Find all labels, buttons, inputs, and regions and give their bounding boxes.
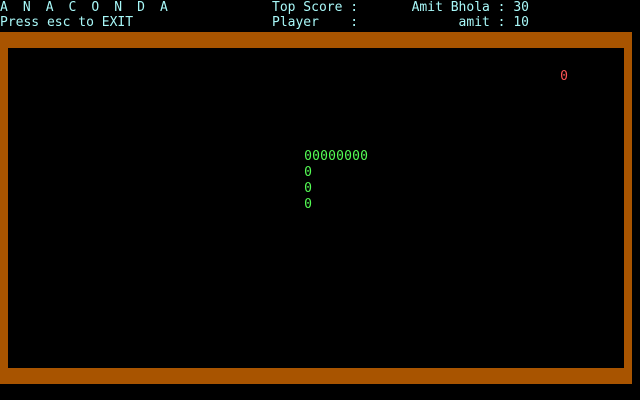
snake-segment: 0 — [304, 197, 312, 212]
snake-head: 0 — [304, 149, 312, 164]
playfield-border: 000000000000 — [0, 32, 632, 384]
player-label: Player : — [272, 15, 359, 30]
snake-segment: 0 — [328, 149, 336, 164]
game-screen: A N A C O N D A Press esc to EXIT Top Sc… — [0, 0, 640, 400]
game-title: A N A C O N D A — [0, 0, 172, 15]
snake-segment: 0 — [336, 149, 344, 164]
snake-segment: 0 — [360, 149, 368, 164]
playfield: 000000000000 — [8, 48, 624, 368]
snake-segment: 0 — [320, 149, 328, 164]
top-score-value: Amit Bhola : 30 — [411, 0, 529, 15]
top-score-label: Top Score : — [272, 0, 359, 15]
snake-segment: 0 — [352, 149, 360, 164]
snake-segment: 0 — [344, 149, 352, 164]
snake-segment: 0 — [312, 149, 320, 164]
snake-segment: 0 — [304, 165, 312, 180]
exit-hint: Press esc to EXIT — [0, 15, 134, 30]
snake-segment: 0 — [304, 181, 312, 196]
player-score-value: amit : 10 — [458, 15, 529, 30]
food-item: 0 — [560, 69, 568, 84]
